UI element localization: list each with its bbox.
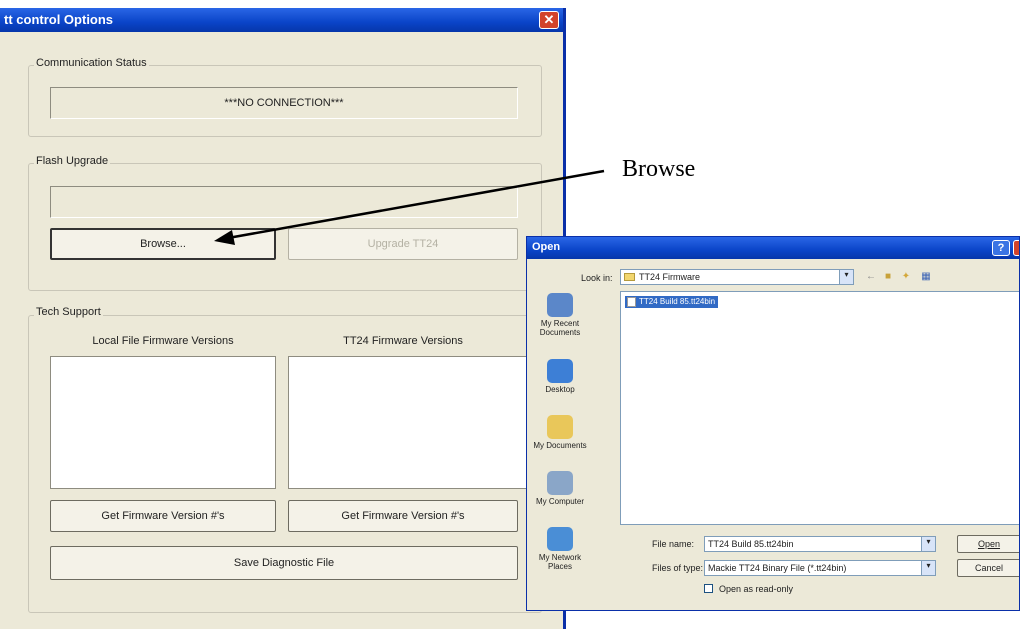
place-network-places[interactable]: My Network Places (531, 527, 589, 571)
look-in-label: Look in: (581, 273, 613, 283)
close-icon: ✕ (543, 12, 555, 27)
view-menu-icon[interactable]: ▦ (919, 271, 933, 283)
open-file-dialog: Open ? Look in: TT24 Firmware ▾ ← ■ ✦ ▦ … (526, 236, 1020, 611)
tt24-firmware-header: TT24 Firmware Versions (343, 335, 463, 347)
save-diagnostic-label: Save Diagnostic File (233, 557, 335, 569)
chevron-down-icon[interactable]: ▾ (921, 561, 935, 575)
file-item-label: TT24 Build 85.tt24bin (639, 297, 716, 306)
network-places-icon (547, 527, 573, 551)
tt24-firmware-list[interactable] (288, 356, 540, 489)
read-only-label: Open as read-only (719, 584, 794, 594)
place-label: My Documents (533, 441, 587, 450)
help-icon: ? (997, 242, 1005, 254)
title-bar[interactable]: tt control Options ✕ (0, 8, 563, 32)
file-name-field[interactable]: TT24 Build 85.tt24bin ▾ (704, 536, 936, 552)
browse-button[interactable]: Browse... (50, 228, 276, 260)
file-list[interactable]: TT24 Build 85.tt24bin (620, 291, 1019, 525)
options-window: tt control Options ✕ Communication Statu… (0, 8, 566, 629)
dialog-close-button[interactable] (1013, 240, 1019, 256)
up-folder-icon[interactable]: ■ (881, 271, 895, 283)
file-type-value: Mackie TT24 Binary File (*.tt24bin) (708, 563, 847, 573)
place-label: Desktop (545, 385, 575, 394)
open-button-label: Open (977, 539, 1001, 549)
cancel-button[interactable]: Cancel (957, 559, 1019, 577)
tech-support-label: Tech Support (34, 306, 103, 318)
cancel-button-label: Cancel (974, 563, 1003, 573)
dialog-title-bar[interactable]: Open ? (527, 237, 1019, 259)
save-diagnostic-button[interactable]: Save Diagnostic File (50, 546, 518, 580)
get-local-firmware-label: Get Firmware Version #'s (101, 510, 225, 522)
connection-status-text: ***NO CONNECTION*** (224, 97, 344, 109)
firmware-path-field[interactable] (50, 186, 518, 218)
file-type-label: Files of type: (652, 563, 704, 573)
look-in-combo[interactable]: TT24 Firmware ▾ (620, 269, 854, 285)
place-label: My Network Places (538, 553, 582, 571)
connection-status-display: ***NO CONNECTION*** (50, 87, 518, 119)
get-tt24-firmware-button[interactable]: Get Firmware Version #'s (288, 500, 518, 532)
desktop-icon (547, 359, 573, 383)
dialog-title: Open (532, 241, 561, 253)
help-button[interactable]: ? (992, 240, 1010, 256)
file-name-label: File name: (652, 539, 695, 549)
get-local-firmware-button[interactable]: Get Firmware Version #'s (50, 500, 276, 532)
my-computer-icon (547, 471, 573, 495)
folder-icon (624, 273, 635, 281)
place-recent-documents[interactable]: My Recent Documents (531, 293, 589, 337)
browse-button-label: Browse... (140, 238, 186, 250)
flash-upgrade-group (28, 163, 542, 291)
place-my-computer[interactable]: My Computer (531, 471, 589, 506)
file-type-select[interactable]: Mackie TT24 Binary File (*.tt24bin) ▾ (704, 560, 936, 576)
new-folder-icon[interactable]: ✦ (899, 271, 913, 283)
browse-annotation: Browse (622, 156, 696, 182)
close-button[interactable]: ✕ (539, 11, 559, 29)
chevron-down-icon[interactable]: ▾ (921, 537, 935, 551)
place-label: My Computer (535, 497, 584, 506)
communication-status-label: Communication Status (34, 57, 149, 69)
chevron-down-icon[interactable]: ▾ (839, 270, 853, 284)
place-label: My Recent Documents (539, 319, 581, 337)
get-tt24-firmware-label: Get Firmware Version #'s (341, 510, 465, 522)
file-name-value: TT24 Build 85.tt24bin (708, 539, 794, 549)
open-button[interactable]: Open (957, 535, 1019, 553)
look-in-value: TT24 Firmware (639, 272, 701, 282)
place-desktop[interactable]: Desktop (531, 359, 589, 394)
upgrade-tt24-button-label: Upgrade TT24 (367, 238, 439, 250)
window-title: tt control Options (4, 12, 114, 27)
flash-upgrade-label: Flash Upgrade (34, 155, 111, 167)
recent-documents-icon (547, 293, 573, 317)
back-icon[interactable]: ← (864, 271, 878, 283)
file-icon (627, 297, 636, 307)
file-item[interactable]: TT24 Build 85.tt24bin (625, 296, 719, 308)
local-firmware-list[interactable] (50, 356, 276, 489)
place-my-documents[interactable]: My Documents (531, 415, 589, 450)
local-firmware-header: Local File Firmware Versions (92, 335, 234, 347)
upgrade-tt24-button[interactable]: Upgrade TT24 (288, 228, 518, 260)
my-documents-icon (547, 415, 573, 439)
read-only-checkbox[interactable] (704, 584, 713, 593)
